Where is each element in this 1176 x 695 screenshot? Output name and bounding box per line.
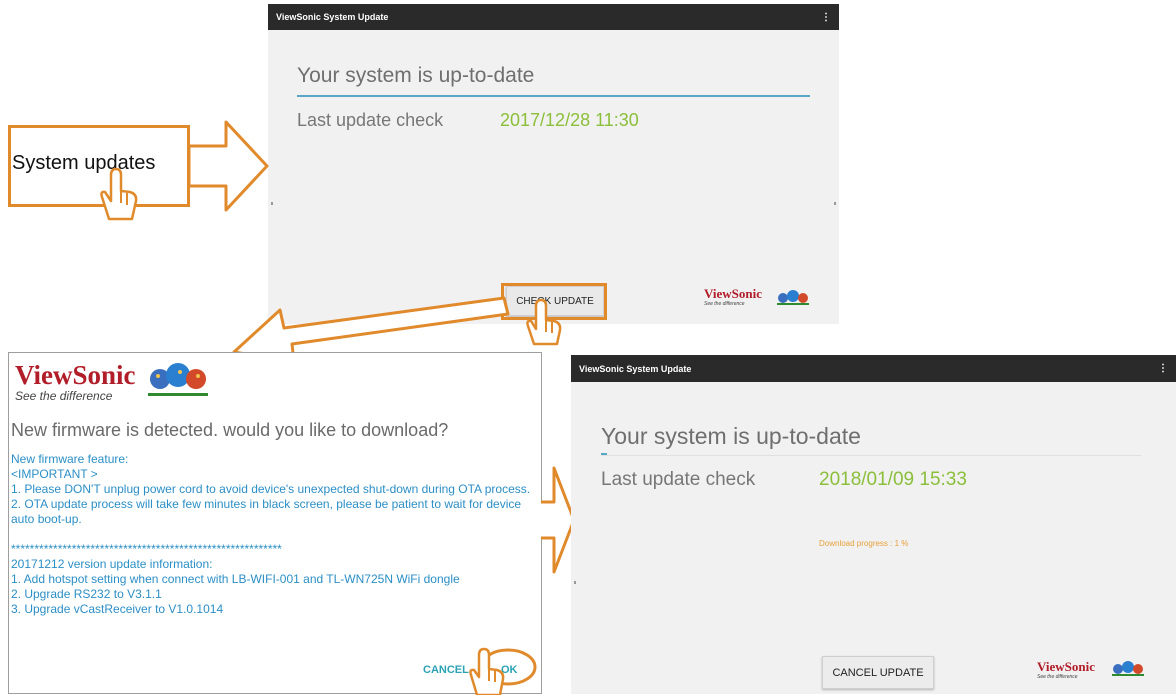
bottom-scroll-marker-left <box>574 581 576 584</box>
dialog-birds-logo-icon <box>148 363 208 396</box>
dialog-logo-text: ViewSonic <box>15 360 136 390</box>
dialog-question: New firmware is detected. would you like… <box>11 420 449 440</box>
dialog-cancel-button[interactable]: CANCEL <box>423 664 469 676</box>
bottom-update-screen: ViewSonic System Update ⋮ Your system is… <box>571 355 1176 694</box>
bottom-birds-logo-icon <box>1112 661 1144 676</box>
tap-hand-icon <box>469 647 505 695</box>
more-vert-icon[interactable]: ⋮ <box>821 12 831 23</box>
bottom-status-title: Your system is up-to-date <box>601 423 861 449</box>
bottom-titlebar: ViewSonic System Update ⋮ <box>571 355 1176 382</box>
top-scroll-marker-right <box>834 202 836 205</box>
top-viewsonic-logo: ViewSonic See the difference <box>704 286 762 307</box>
more-vert-icon[interactable]: ⋮ <box>1158 363 1168 374</box>
bottom-last-check-date: 2018/01/09 15:33 <box>819 469 967 490</box>
top-title-underline <box>297 95 810 97</box>
top-logo-text: ViewSonic <box>704 286 763 301</box>
firmware-download-dialog: ViewSonic See the difference New firmwar… <box>8 352 542 695</box>
top-titlebar: ViewSonic System Update ⋮ <box>268 4 839 30</box>
top-last-check-date: 2017/12/28 11:30 <box>500 110 639 130</box>
cancel-update-button[interactable]: CANCEL UPDATE <box>822 656 934 689</box>
bottom-logo-text: ViewSonic <box>1037 659 1096 674</box>
bottom-title-divider <box>601 455 1141 456</box>
top-birds-logo-icon <box>777 290 809 305</box>
top-scroll-marker-left <box>271 202 273 205</box>
top-update-screen: ViewSonic System Update ⋮ Your system is… <box>268 4 839 324</box>
bottom-viewsonic-logo: ViewSonic See the difference <box>1037 659 1095 680</box>
tap-hand-icon <box>526 298 562 346</box>
top-status-title: Your system is up-to-date <box>297 64 535 87</box>
arrow-right-icon <box>188 120 269 212</box>
top-window-title: ViewSonic System Update <box>276 12 389 22</box>
dialog-viewsonic-logo: ViewSonic See the difference <box>15 361 136 403</box>
dialog-release-notes: New firmware feature: <IMPORTANT > 1. Pl… <box>11 452 531 616</box>
tap-hand-icon <box>100 167 138 221</box>
bottom-window-title: ViewSonic System Update <box>579 363 692 374</box>
download-progress-text: Download progress : 1 % <box>819 539 909 548</box>
bottom-last-check-label: Last update check <box>601 469 756 490</box>
top-last-check-label: Last update check <box>297 110 444 130</box>
dialog-logo-tagline: See the difference <box>15 389 113 403</box>
